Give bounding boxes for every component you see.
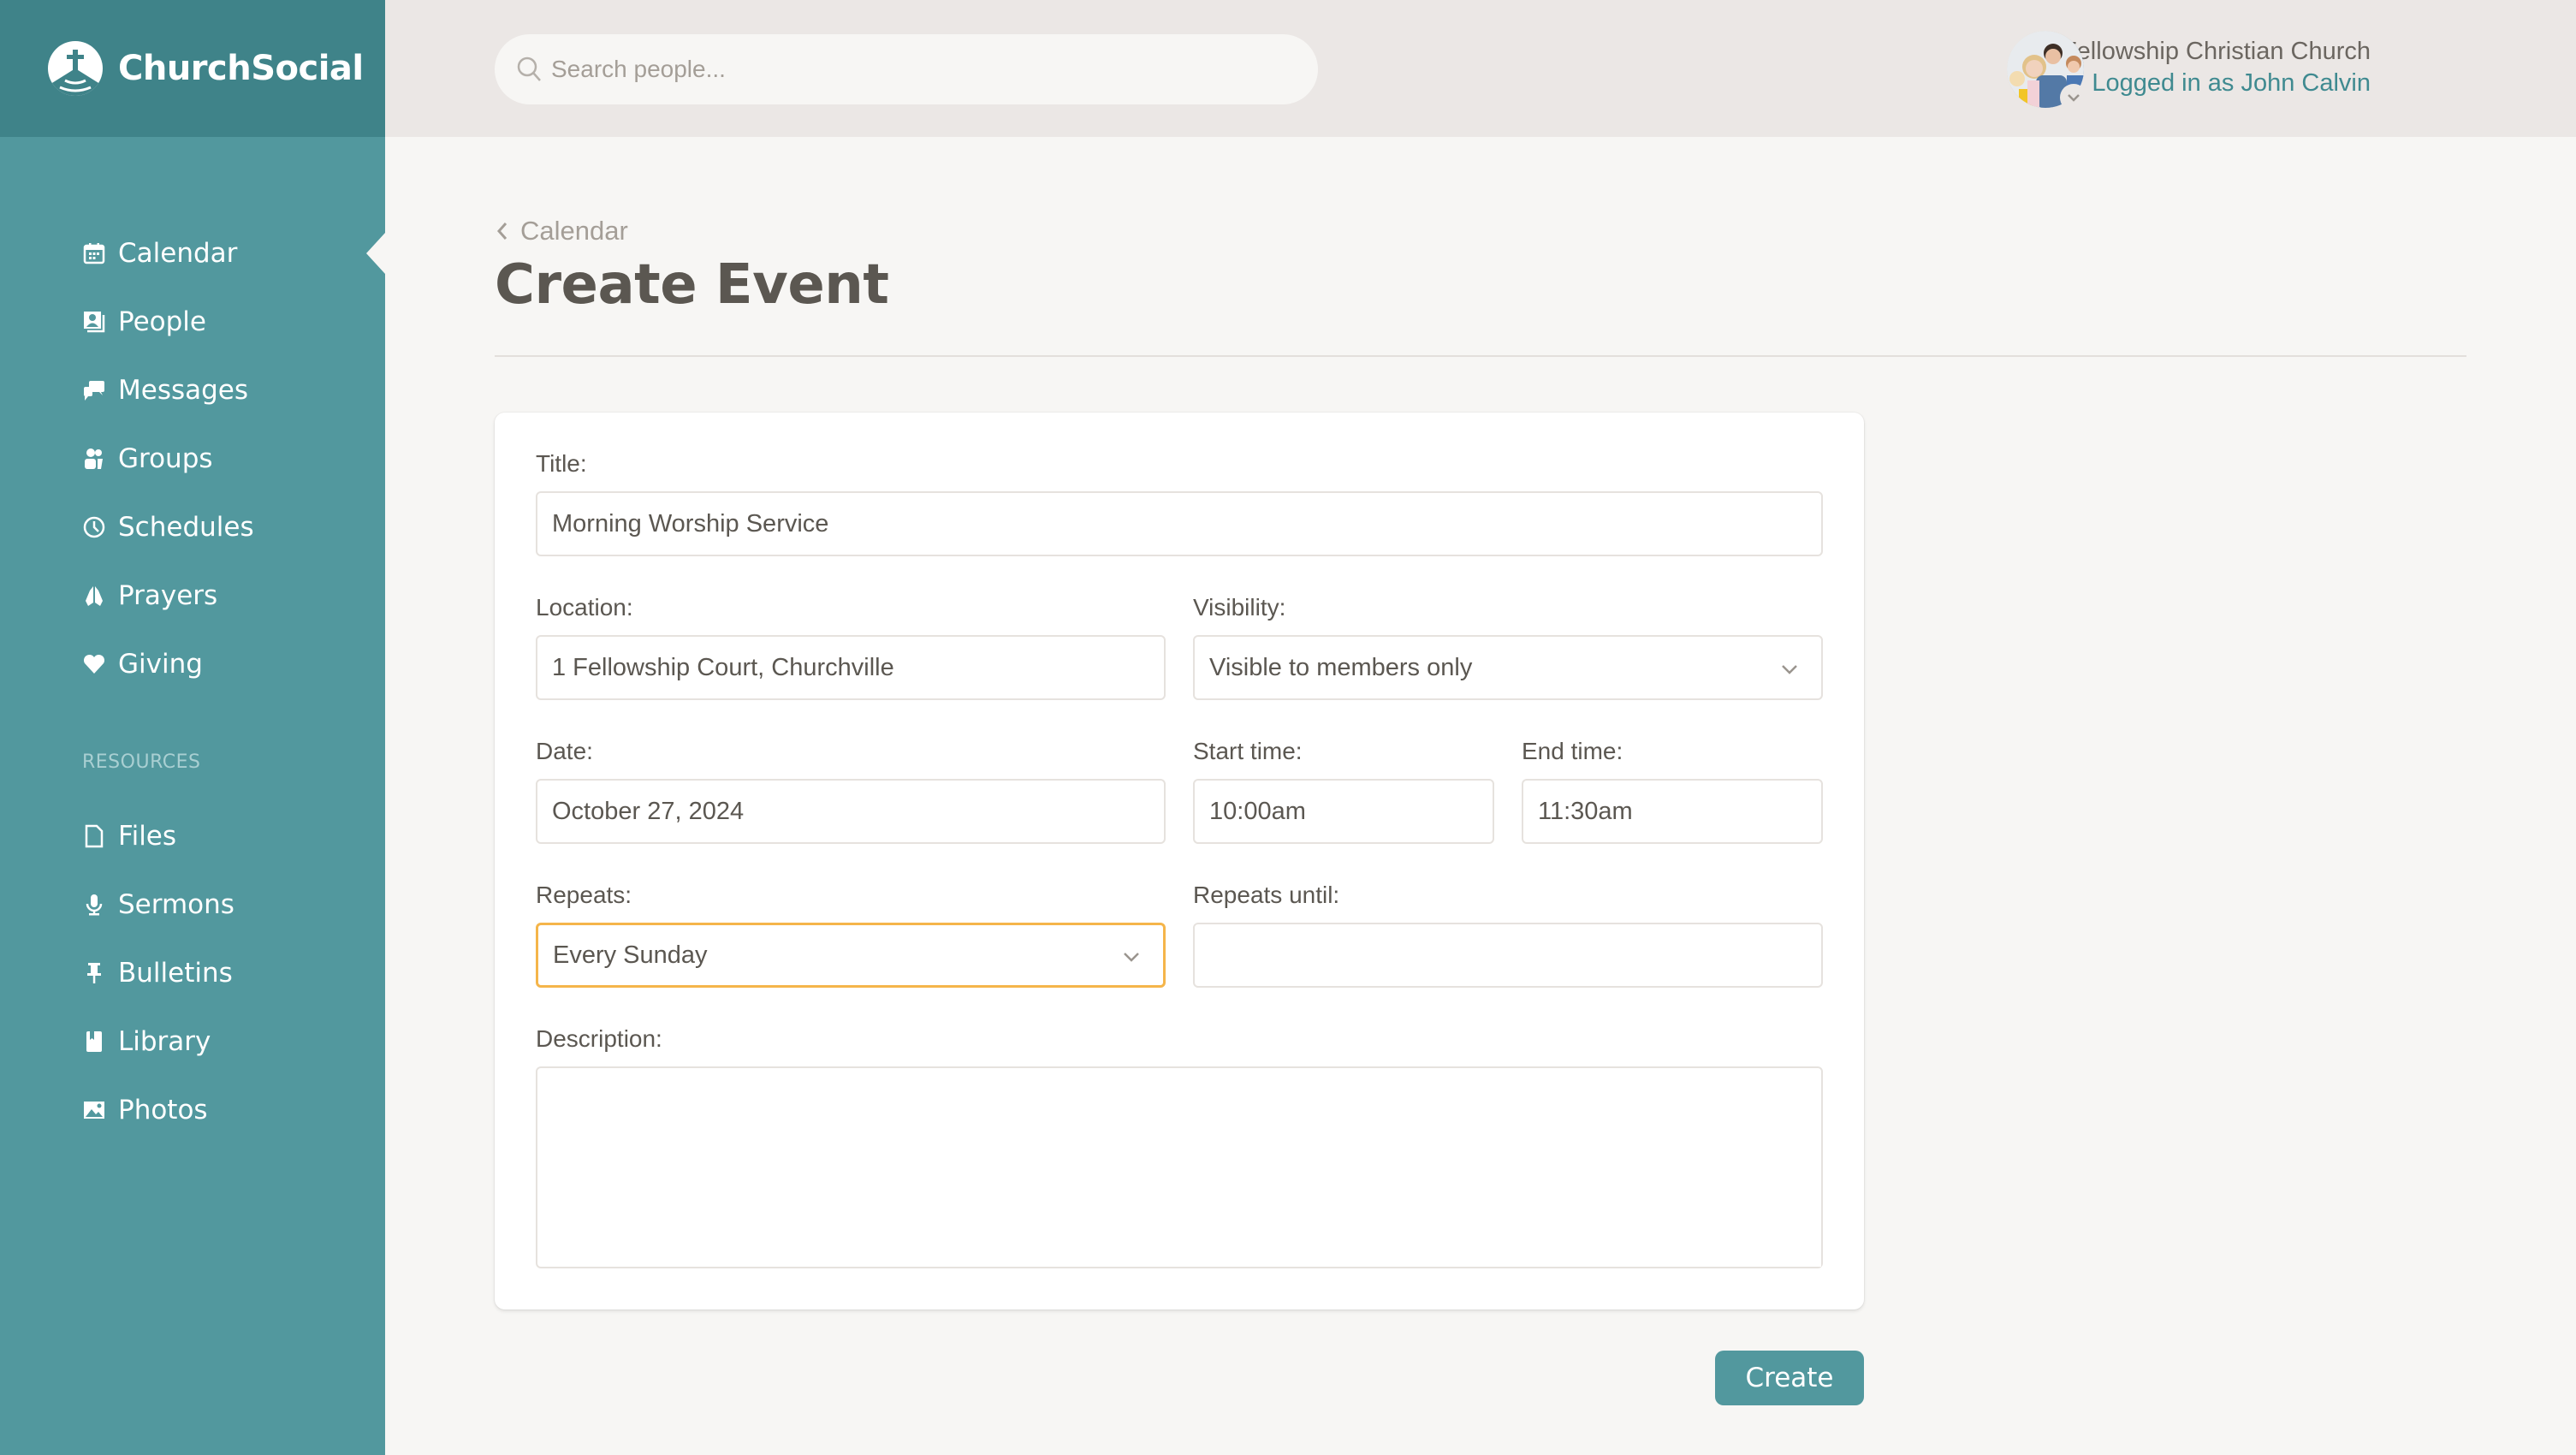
praying-hands-icon [82,584,106,608]
sidebar-item-label: Messages [118,375,249,406]
sidebar-item-schedules[interactable]: Schedules [0,493,385,561]
church-logo-icon [48,41,103,96]
start-time-field[interactable] [1193,779,1494,844]
resources-nav: Files Sermons Bulletins Library Photos [0,802,385,1144]
start-time-input[interactable] [1209,797,1493,826]
page-title: Create Event [495,253,889,317]
repeats-label: Repeats: [536,882,632,908]
sidebar-item-sermons[interactable]: Sermons [0,870,385,939]
repeats-until-field[interactable] [1193,923,1823,988]
date-input[interactable] [552,797,1164,826]
logged-in-user[interactable]: Logged in as John Calvin [2062,68,2371,99]
sidebar-item-label: Giving [118,649,203,680]
sidebar-item-groups[interactable]: Groups [0,425,385,493]
create-button[interactable]: Create [1715,1351,1864,1405]
file-icon [82,824,106,848]
breadcrumb-label: Calendar [520,216,628,246]
chevron-down-icon [2068,94,2080,102]
sidebar-item-label: Prayers [118,580,218,611]
divider [495,355,2466,357]
user-info: Fellowship Christian Church Logged in as… [2062,36,2371,99]
chevron-left-icon [496,223,507,240]
end-time-label: End time: [1522,738,1623,764]
visibility-label: Visibility: [1193,594,1286,621]
book-icon [82,1030,106,1054]
main-nav: Calendar People Messages Groups Schedule… [0,219,385,698]
sidebar-item-label: Schedules [118,512,254,543]
visibility-select[interactable]: Visible to members only [1193,635,1823,700]
image-icon [82,1098,106,1122]
sidebar-item-giving[interactable]: Giving [0,630,385,698]
visibility-value: Visible to members only [1209,653,1473,681]
sidebar-item-label: Calendar [118,238,238,269]
end-time-field[interactable] [1522,779,1823,844]
start-time-label: Start time: [1193,738,1303,764]
heart-icon [82,652,106,676]
organization-name: Fellowship Christian Church [2061,38,2371,65]
create-event-form: Title: Location: Visibility: Visible to … [495,413,1864,1310]
location-field[interactable] [536,635,1166,700]
search-input[interactable] [551,56,1287,83]
person-card-icon [82,310,106,334]
account-menu-toggle[interactable] [2060,84,2087,111]
date-label: Date: [536,738,593,764]
calendar-icon [82,241,106,265]
brand-name: ChurchSocial [118,49,364,88]
sidebar-item-library[interactable]: Library [0,1007,385,1076]
title-field[interactable] [536,491,1823,556]
sidebar-item-bulletins[interactable]: Bulletins [0,939,385,1007]
date-field[interactable] [536,779,1166,844]
repeats-until-input[interactable] [1209,941,1821,970]
location-input[interactable] [552,653,1164,682]
resources-section-label: RESOURCES [82,751,201,773]
description-textarea[interactable] [552,1080,1821,1267]
sidebar-item-calendar[interactable]: Calendar [0,219,385,288]
sidebar-item-people[interactable]: People [0,288,385,356]
repeats-until-label: Repeats until: [1193,882,1340,908]
search-bar[interactable] [495,34,1318,104]
breadcrumb-back-link[interactable]: Calendar [495,216,628,246]
group-icon [82,447,106,471]
end-time-input[interactable] [1538,797,1821,826]
brand[interactable]: ChurchSocial [0,0,385,137]
description-label: Description: [536,1025,662,1052]
sidebar-item-files[interactable]: Files [0,802,385,870]
chevron-down-icon [1780,654,1799,682]
pushpin-icon [82,961,106,985]
sidebar-item-messages[interactable]: Messages [0,356,385,425]
title-label: Title: [536,450,587,477]
sidebar: ChurchSocial Calendar People Messages Gr… [0,0,385,1455]
description-field[interactable] [536,1066,1823,1268]
sidebar-item-photos[interactable]: Photos [0,1076,385,1144]
top-header: Fellowship Christian Church Logged in as… [385,0,2576,137]
sidebar-item-label: Groups [118,443,213,474]
location-label: Location: [536,594,633,621]
repeats-select[interactable]: Every Sunday [536,923,1166,988]
chevron-down-icon [1122,941,1141,970]
repeats-value: Every Sunday [553,941,708,969]
sidebar-item-label: Photos [118,1095,208,1125]
search-icon [517,56,541,81]
sidebar-item-label: Library [118,1026,211,1057]
sidebar-item-label: Files [118,821,177,852]
chat-bubbles-icon [82,378,106,402]
sidebar-item-label: Bulletins [118,958,233,989]
sidebar-item-label: People [118,306,206,337]
sidebar-item-prayers[interactable]: Prayers [0,561,385,630]
sidebar-item-label: Sermons [118,889,234,920]
active-indicator [366,233,385,274]
microphone-icon [82,893,106,917]
clock-icon [82,515,106,539]
title-input[interactable] [552,509,1821,538]
